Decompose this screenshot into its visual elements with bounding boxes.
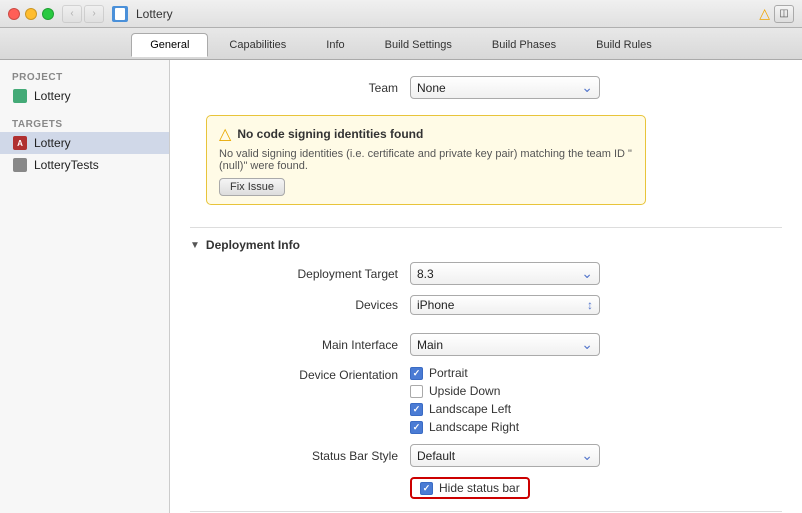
main-interface-arrow: ⌄: [581, 336, 593, 353]
main-interface-value: Main: [417, 338, 577, 352]
portrait-label: Portrait: [429, 366, 468, 380]
deployment-section-title: Deployment Info: [206, 238, 300, 252]
project-icon: [12, 88, 28, 104]
titlebar: ‹ › Lottery △ ◫: [0, 0, 802, 28]
tab-capabilities[interactable]: Capabilities: [210, 33, 305, 57]
sidebar-item-project[interactable]: Lottery: [0, 85, 169, 107]
upside-down-checkbox[interactable]: [410, 385, 423, 398]
sidebar-item-project-label: Lottery: [34, 89, 71, 103]
sidebar-item-lottery-target[interactable]: A Lottery: [0, 132, 169, 154]
status-bar-style-arrow: ⌄: [581, 447, 593, 464]
maximize-button[interactable]: [42, 8, 54, 20]
project-section-header: PROJECT: [0, 68, 169, 85]
warning-box: △ No code signing identities found No va…: [206, 115, 646, 205]
window-title: Lottery: [136, 7, 173, 21]
status-bar-style-value: Default: [417, 449, 577, 463]
tab-build-phases[interactable]: Build Phases: [473, 33, 575, 57]
team-select-arrow: ⌄: [581, 79, 593, 96]
team-select[interactable]: None ⌄: [410, 76, 600, 99]
devices-row: Devices iPhone ↕: [190, 295, 782, 315]
main-interface-select[interactable]: Main ⌄: [410, 333, 600, 356]
sidebar-item-lottery-label: Lottery: [34, 136, 71, 150]
lottery-target-icon: A: [12, 135, 28, 151]
deployment-target-label: Deployment Target: [190, 267, 410, 281]
landscape-left-checkbox[interactable]: [410, 403, 423, 416]
orientation-landscape-left: Landscape Left: [410, 402, 519, 416]
main-interface-label: Main Interface: [190, 338, 410, 352]
deployment-target-row: Deployment Target 8.3 ⌄: [190, 262, 782, 285]
orientation-upside-down: Upside Down: [410, 384, 519, 398]
devices-control: iPhone ↕: [410, 295, 782, 315]
targets-section-header: TARGETS: [0, 115, 169, 132]
main-interface-row: Main Interface Main ⌄: [190, 333, 782, 356]
sidebar: PROJECT Lottery TARGETS A Lottery Lotter…: [0, 60, 170, 513]
close-button[interactable]: [8, 8, 20, 20]
hide-status-bar-control: Hide status bar: [410, 477, 782, 499]
deployment-target-control: 8.3 ⌄: [410, 262, 782, 285]
warning-icon: △: [759, 5, 770, 23]
deployment-triangle-icon[interactable]: ▼: [190, 240, 200, 251]
main-layout: PROJECT Lottery TARGETS A Lottery Lotter…: [0, 60, 802, 513]
hide-navigator-button[interactable]: ◫: [774, 5, 794, 23]
deployment-target-value: 8.3: [417, 267, 577, 281]
hide-status-bar-checkbox[interactable]: [420, 482, 433, 495]
device-orientation-row: Device Orientation Portrait Upside Down …: [190, 366, 782, 434]
tabs-bar: General Capabilities Info Build Settings…: [0, 28, 802, 60]
nav-back-button[interactable]: ‹: [62, 5, 82, 23]
landscape-right-checkbox[interactable]: [410, 421, 423, 434]
minimize-button[interactable]: [25, 8, 37, 20]
status-bar-style-label: Status Bar Style: [190, 449, 410, 463]
warning-text: No valid signing identities (i.e. certif…: [219, 148, 633, 172]
file-icon: [112, 6, 128, 22]
warning-title: No code signing identities found: [237, 127, 423, 141]
upside-down-label: Upside Down: [429, 384, 500, 398]
fix-issue-button[interactable]: Fix Issue: [219, 178, 285, 196]
deployment-target-arrow: ⌄: [581, 265, 593, 282]
team-control-wrap: None ⌄: [410, 76, 782, 99]
portrait-checkbox[interactable]: [410, 367, 423, 380]
tab-build-rules[interactable]: Build Rules: [577, 33, 671, 57]
hide-status-bar-highlight: Hide status bar: [410, 477, 530, 499]
nav-forward-button[interactable]: ›: [84, 5, 104, 23]
landscape-right-label: Landscape Right: [429, 420, 519, 434]
devices-value: iPhone: [417, 298, 583, 312]
sidebar-item-lottery-tests[interactable]: LotteryTests: [0, 154, 169, 176]
warning-triangle-icon: △: [219, 124, 231, 144]
devices-label: Devices: [190, 298, 410, 312]
team-select-value: None: [417, 81, 577, 95]
hide-status-bar-row: Hide status bar: [190, 477, 782, 499]
orientation-checkboxes: Portrait Upside Down Landscape Left Land…: [410, 366, 519, 434]
team-row: Team None ⌄: [190, 76, 782, 99]
window-controls: [8, 8, 54, 20]
nav-arrows: ‹ ›: [62, 5, 104, 23]
devices-arrow: ↕: [587, 298, 593, 312]
devices-select[interactable]: iPhone ↕: [410, 295, 600, 315]
orientation-portrait: Portrait: [410, 366, 519, 380]
titlebar-right-controls: △ ◫: [759, 5, 794, 23]
tab-build-settings[interactable]: Build Settings: [366, 33, 471, 57]
hide-status-bar-label: Hide status bar: [439, 481, 520, 495]
tab-general[interactable]: General: [131, 33, 208, 57]
team-label: Team: [190, 81, 410, 95]
landscape-left-label: Landscape Left: [429, 402, 511, 416]
content-area: Team None ⌄ △ No code signing identities…: [170, 60, 802, 513]
tab-info[interactable]: Info: [307, 33, 363, 57]
status-bar-style-select[interactable]: Default ⌄: [410, 444, 600, 467]
sidebar-item-tests-label: LotteryTests: [34, 158, 99, 172]
deployment-target-select[interactable]: 8.3 ⌄: [410, 262, 600, 285]
tests-target-icon: [12, 157, 28, 173]
device-orientation-label: Device Orientation: [190, 366, 410, 382]
deployment-section-header: ▼ Deployment Info: [190, 227, 782, 252]
orientation-landscape-right: Landscape Right: [410, 420, 519, 434]
main-interface-control: Main ⌄: [410, 333, 782, 356]
status-bar-style-control: Default ⌄: [410, 444, 782, 467]
status-bar-style-row: Status Bar Style Default ⌄: [190, 444, 782, 467]
